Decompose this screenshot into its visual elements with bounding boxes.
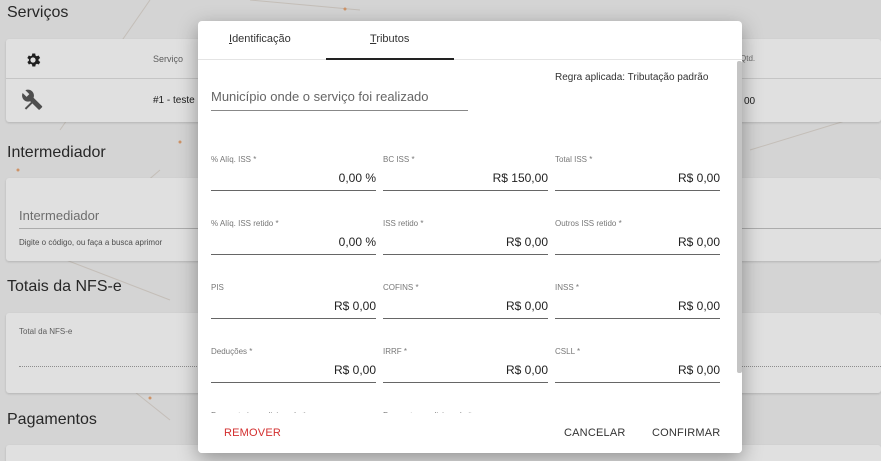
- tax-field-label: % Alíq. ISS retido *: [211, 219, 279, 228]
- tax-field-value[interactable]: R$ 0,00: [506, 299, 548, 313]
- tax-field[interactable]: Total ISS * R$ 0,00: [555, 155, 720, 191]
- tax-field-value[interactable]: R$ 0,00: [506, 363, 548, 377]
- tax-field-label: Outros ISS retido *: [555, 219, 622, 228]
- tax-field[interactable]: COFINS * R$ 0,00: [383, 283, 548, 319]
- tax-field[interactable]: BC ISS * R$ 150,00: [383, 155, 548, 191]
- tax-field[interactable]: Outros ISS retido * R$ 0,00: [555, 219, 720, 255]
- tax-field[interactable]: Deduções * R$ 0,00: [211, 347, 376, 383]
- remover-button[interactable]: REMOVER: [224, 427, 281, 439]
- tax-field[interactable]: PIS R$ 0,00: [211, 283, 376, 319]
- tax-field-value[interactable]: R$ 0,00: [506, 235, 548, 249]
- tax-field-label: ISS retido *: [383, 219, 424, 228]
- active-tab-indicator: [326, 58, 454, 60]
- tax-field-value[interactable]: R$ 0,00: [334, 363, 376, 377]
- tax-field[interactable]: % Alíq. ISS * 0,00 %: [211, 155, 376, 191]
- tax-field[interactable]: INSS * R$ 0,00: [555, 283, 720, 319]
- tax-field-value[interactable]: R$ 0,00: [334, 299, 376, 313]
- tax-field-value[interactable]: R$ 0,00: [678, 299, 720, 313]
- tax-field-value[interactable]: R$ 0,00: [678, 171, 720, 185]
- confirmar-button[interactable]: CONFIRMAR: [652, 427, 720, 439]
- tax-field[interactable]: IRRF * R$ 0,00: [383, 347, 548, 383]
- tax-field-label: PIS: [211, 283, 224, 292]
- municipio-input[interactable]: Município onde o serviço foi realizado: [211, 89, 468, 111]
- tab-identificacao[interactable]: Identificação: [229, 33, 291, 45]
- dialog-scrollbar[interactable]: [737, 61, 742, 373]
- tax-field-value[interactable]: R$ 150,00: [493, 171, 548, 185]
- regra-aplicada: Regra aplicada: Tributação padrão: [555, 72, 709, 83]
- tax-field-value[interactable]: 0,00 %: [339, 171, 376, 185]
- tax-field[interactable]: CSLL * R$ 0,00: [555, 347, 720, 383]
- tax-field-label: Deduções *: [211, 347, 253, 356]
- tributos-dialog: Identificação Tributos Regra aplicada: T…: [198, 21, 742, 453]
- tax-field-value[interactable]: 0,00 %: [339, 235, 376, 249]
- tax-field-label: COFINS *: [383, 283, 419, 292]
- tributos-content: Regra aplicada: Tributação padrão Municí…: [198, 61, 742, 413]
- tax-field[interactable]: % Alíq. ISS retido * 0,00 %: [211, 219, 376, 255]
- tax-field-value[interactable]: R$ 0,00: [678, 235, 720, 249]
- tax-field-label: BC ISS *: [383, 155, 415, 164]
- tax-field-value[interactable]: R$ 0,00: [678, 363, 720, 377]
- dialog-footer: REMOVER CANCELAR CONFIRMAR: [198, 413, 742, 453]
- tab-tributos[interactable]: Tributos: [370, 33, 409, 45]
- tax-field-label: IRRF *: [383, 347, 407, 356]
- dialog-tabs: Identificação Tributos: [198, 21, 742, 60]
- tax-field-label: % Alíq. ISS *: [211, 155, 257, 164]
- tax-field-label: CSLL *: [555, 347, 581, 356]
- cancelar-button[interactable]: CANCELAR: [564, 427, 626, 439]
- tax-field-label: Total ISS *: [555, 155, 593, 164]
- tax-field-label: INSS *: [555, 283, 580, 292]
- tax-field[interactable]: ISS retido * R$ 0,00: [383, 219, 548, 255]
